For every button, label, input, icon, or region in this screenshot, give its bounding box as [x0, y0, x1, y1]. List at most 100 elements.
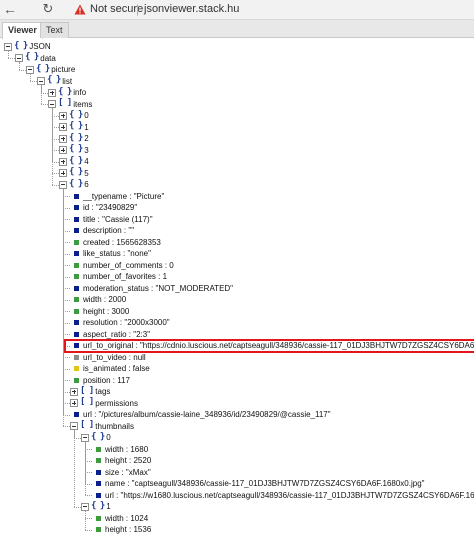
tree-node[interactable]: height : 2520 [94, 455, 151, 467]
tree-node[interactable]: is_animated : false [72, 363, 150, 375]
tree-connector [85, 483, 92, 485]
back-arrow-icon[interactable]: ← [2, 1, 18, 17]
tree-node[interactable]: { } data [15, 53, 56, 65]
tree-node-label: JSON [29, 42, 51, 52]
tree-node[interactable]: name : "captseagull/348936/cassie-117_01… [94, 478, 424, 490]
tree-node[interactable]: { } 1 [81, 501, 111, 513]
expand-icon[interactable] [59, 157, 67, 166]
tree-node[interactable]: moderation_status : "NOT_MODERATED" [72, 283, 233, 295]
expand-icon[interactable] [59, 111, 67, 120]
warning-triangle-icon[interactable] [74, 4, 86, 15]
tree-connector [74, 506, 81, 508]
tree-node[interactable]: height : 3000 [72, 306, 129, 318]
tree-node[interactable]: height : 1536 [94, 524, 151, 536]
tree-connector [30, 81, 37, 83]
array-brackets-icon: [ ] [58, 98, 72, 109]
collapse-icon[interactable] [26, 65, 34, 74]
tree-node[interactable]: number_of_favorites : 1 [72, 271, 167, 283]
expand-icon[interactable] [59, 123, 67, 132]
tree-node[interactable]: [ ] thumbnails [70, 421, 134, 433]
tree-node[interactable]: description : "" [72, 225, 134, 237]
tree-node-label: name : "captseagull/348936/cassie-117_01… [105, 479, 425, 489]
string-type-icon [74, 285, 79, 291]
tree-node[interactable]: [ ] items [48, 99, 92, 111]
tree-node[interactable]: { } 5 [59, 168, 89, 180]
tree-node[interactable]: like_status : "none" [72, 248, 151, 260]
tree-node[interactable]: resolution : "2000x3000" [72, 317, 170, 329]
tab-text[interactable]: Text [40, 22, 69, 38]
tree-node[interactable]: title : "Cassie (117)" [72, 214, 153, 226]
tree-node[interactable]: url_to_video : null [72, 352, 146, 364]
string-type-icon [74, 205, 79, 211]
tree-node[interactable]: created : 1565628353 [72, 237, 161, 249]
tree-node[interactable]: width : 1024 [94, 513, 148, 525]
collapse-icon[interactable] [59, 180, 67, 189]
collapse-icon[interactable] [48, 100, 56, 109]
tree-node-label: permissions [95, 398, 138, 408]
tree-node-label: url_to_video : null [83, 352, 146, 362]
json-tree: { } JSON{ } data{ } picture{ } list{ } info[ … [0, 38, 474, 540]
tree-node[interactable]: id : "23490829" [72, 202, 137, 214]
tab-viewer[interactable]: Viewer [2, 22, 43, 39]
tree-connector [63, 276, 70, 278]
expand-icon[interactable] [70, 399, 78, 408]
expand-icon[interactable] [59, 169, 67, 178]
tree-node[interactable]: { } 2 [59, 133, 89, 145]
tree-connector [63, 253, 70, 255]
expand-icon[interactable] [59, 134, 67, 143]
tree-node[interactable]: url : "/pictures/album/cassie-laine_3489… [72, 409, 331, 421]
expand-icon[interactable] [48, 88, 56, 97]
object-braces-icon: { } [69, 132, 83, 143]
tree-node[interactable]: position : 117 [72, 375, 130, 387]
collapse-icon[interactable] [81, 433, 89, 442]
tree-node[interactable]: { } 0 [59, 110, 89, 122]
reload-icon[interactable]: ↻ [40, 1, 56, 17]
expand-icon[interactable] [59, 146, 67, 155]
tree-connector [63, 188, 64, 427]
tree-node-label: size : "xMax" [105, 467, 151, 477]
tree-node[interactable]: { } 6 [59, 179, 89, 191]
tree-node[interactable]: [ ] permissions [70, 398, 138, 410]
number-type-icon [74, 308, 79, 314]
tree-node-label: data [40, 53, 56, 63]
tree-node[interactable]: { } picture [26, 64, 75, 76]
tree-connector [52, 108, 53, 185]
tree-node[interactable]: { } list [37, 76, 72, 88]
tree-connector [63, 334, 70, 336]
tree-node[interactable]: { } JSON [4, 41, 51, 53]
tree-node[interactable]: { } 0 [81, 432, 111, 444]
object-braces-icon: { } [69, 144, 83, 155]
url-field[interactable]: jsonviewer.stack.hu [144, 3, 239, 15]
tree-node[interactable]: width : 2000 [72, 294, 126, 306]
tree-node-label: id : "23490829" [83, 203, 138, 213]
tree-node[interactable]: __typename : "Picture" [72, 191, 164, 203]
collapse-icon[interactable] [15, 54, 23, 63]
tree-node-label: description : "" [83, 226, 135, 236]
tree-node[interactable]: [ ] tags [70, 386, 110, 398]
collapse-icon[interactable] [4, 42, 12, 51]
tree-connector [52, 127, 59, 129]
collapse-icon[interactable] [70, 422, 78, 431]
tree-node-label: info [73, 88, 87, 98]
tree-node[interactable]: number_of_comments : 0 [72, 260, 174, 272]
collapse-icon[interactable] [81, 502, 89, 511]
tree-node[interactable]: { } 4 [59, 156, 89, 168]
collapse-icon[interactable] [37, 77, 45, 86]
tree-node-label: 3 [84, 145, 89, 155]
tree-node[interactable]: { } info [48, 87, 86, 99]
tree-node-label: position : 117 [83, 375, 130, 385]
tree-connector [85, 441, 86, 496]
tree-connector [63, 196, 70, 198]
tree-node[interactable]: { } 3 [59, 145, 89, 157]
expand-icon[interactable] [70, 387, 78, 396]
tree-node[interactable]: url : "https://w1680.luscious.net/captse… [94, 490, 474, 502]
tree-connector [63, 230, 70, 232]
tree-node[interactable]: width : 1680 [94, 444, 148, 456]
number-type-icon [96, 458, 101, 464]
tree-connector [63, 288, 70, 290]
tree-node[interactable]: size : "xMax" [94, 467, 151, 479]
tree-node[interactable]: { } 1 [59, 122, 89, 134]
tree-node-label: created : 1565628353 [83, 237, 161, 247]
object-braces-icon: { } [58, 86, 72, 97]
string-type-icon [74, 412, 79, 418]
